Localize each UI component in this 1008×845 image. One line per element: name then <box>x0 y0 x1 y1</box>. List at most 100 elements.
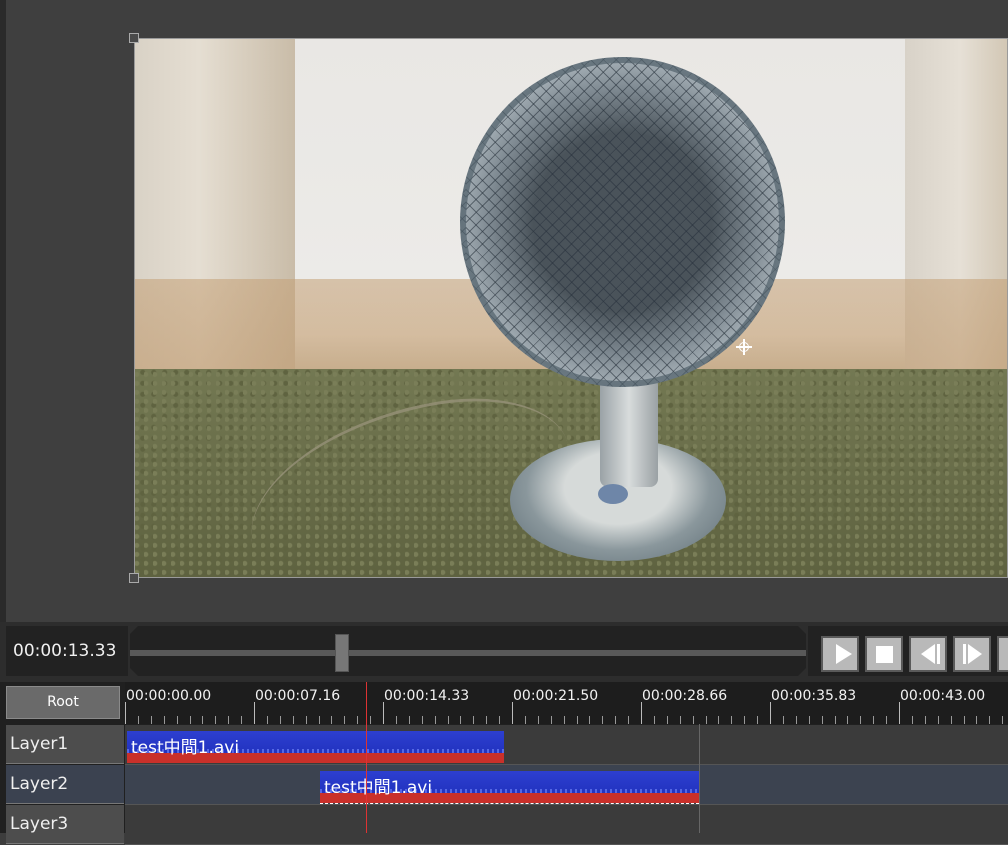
ruler-label: 00:00:00.00 <box>126 688 212 704</box>
layer-track[interactable]: test中間1.avi <box>125 765 1008 805</box>
playhead[interactable] <box>366 682 367 833</box>
clip-selected[interactable]: test中間1.avi <box>320 771 699 804</box>
ruler-major-tick <box>383 702 384 724</box>
ruler-minor-tick <box>396 716 397 724</box>
play-button[interactable] <box>821 636 859 672</box>
ruler-minor-tick <box>409 716 410 724</box>
ruler-minor-tick <box>706 716 707 724</box>
ruler-label: 00:00:14.33 <box>384 688 470 704</box>
ruler-minor-tick <box>577 716 578 724</box>
ruler-minor-tick <box>202 716 203 724</box>
ruler-minor-tick <box>319 716 320 724</box>
ruler-label: 00:00:21.50 <box>513 688 599 704</box>
ruler-minor-tick <box>822 716 823 724</box>
ruler-minor-tick <box>731 716 732 724</box>
ruler-minor-tick <box>525 716 526 724</box>
ruler-minor-tick <box>422 716 423 724</box>
ruler-minor-tick <box>602 716 603 724</box>
ruler-major-tick <box>512 702 513 724</box>
seek-track[interactable] <box>130 650 806 656</box>
ruler-minor-tick <box>138 716 139 724</box>
video-preview[interactable] <box>134 38 1008 578</box>
stop-button[interactable] <box>865 636 903 672</box>
fan-cage <box>460 57 785 387</box>
layer-name[interactable]: Layer2 <box>6 765 124 804</box>
more-controls-button[interactable] <box>997 636 1008 672</box>
ruler-minor-tick <box>693 716 694 724</box>
ruler-minor-tick <box>886 716 887 724</box>
ruler-minor-tick <box>654 716 655 724</box>
ruler-minor-tick <box>190 716 191 724</box>
layer-name[interactable]: Layer3 <box>6 805 124 844</box>
step-forward-icon <box>955 638 989 670</box>
ruler-minor-tick <box>783 716 784 724</box>
ruler-label: 00:00:43.00 <box>900 688 986 704</box>
root-button[interactable]: Root <box>6 686 120 719</box>
current-time-display: 00:00:13.33 <box>6 626 128 676</box>
resize-handle-bottom-left[interactable] <box>129 573 139 583</box>
ruler-minor-tick <box>989 716 990 724</box>
resize-handle-top-left[interactable] <box>129 33 139 43</box>
ruler-minor-tick <box>293 716 294 724</box>
ruler-minor-tick <box>241 716 242 724</box>
ruler-minor-tick <box>951 716 952 724</box>
ruler-minor-tick <box>151 716 152 724</box>
ruler-minor-tick <box>538 716 539 724</box>
clip[interactable]: test中間1.avi <box>127 731 504 764</box>
time-ruler[interactable]: 00:00:00.00 00:00:07.16 00:00:14.33 00:0… <box>125 682 1008 724</box>
ruler-minor-tick <box>873 716 874 724</box>
ruler-major-tick <box>641 702 642 724</box>
ruler-minor-tick <box>267 716 268 724</box>
play-icon <box>823 638 857 670</box>
layer-row: Layer1 test中間1.avi <box>0 725 1008 765</box>
ruler-minor-tick <box>164 716 165 724</box>
ruler-major-tick <box>899 702 900 724</box>
clip-label: test中間1.avi <box>131 738 240 758</box>
ruler-label: 00:00:35.83 <box>771 688 857 704</box>
layer-track[interactable]: test中間1.avi <box>125 725 1008 765</box>
ruler-label: 00:00:07.16 <box>255 688 341 704</box>
layer-name[interactable]: Layer1 <box>6 725 124 764</box>
ruler-minor-tick <box>680 716 681 724</box>
ruler-minor-tick <box>357 716 358 724</box>
prev-frame-button[interactable] <box>909 636 947 672</box>
ruler-minor-tick <box>564 716 565 724</box>
seek-thumb[interactable] <box>335 634 349 672</box>
layer-row: Layer2 test中間1.avi <box>0 765 1008 805</box>
ruler-minor-tick <box>847 716 848 724</box>
next-frame-button[interactable] <box>953 636 991 672</box>
fan-stem <box>600 377 658 487</box>
ruler-minor-tick <box>551 716 552 724</box>
ruler-minor-tick <box>628 716 629 724</box>
ruler-minor-tick <box>860 716 861 724</box>
anchor-crosshair-icon[interactable] <box>736 339 752 355</box>
playback-controls <box>808 626 1008 676</box>
ruler-minor-tick <box>835 716 836 724</box>
ruler-minor-tick <box>486 716 487 724</box>
ruler-minor-tick <box>964 716 965 724</box>
seek-bar[interactable] <box>130 626 806 676</box>
ruler-minor-tick <box>473 716 474 724</box>
ruler-minor-tick <box>370 716 371 724</box>
ruler-minor-tick <box>615 716 616 724</box>
ruler-minor-tick <box>757 716 758 724</box>
clip-end-marker <box>699 724 700 833</box>
ruler-minor-tick <box>306 716 307 724</box>
ruler-minor-tick <box>280 716 281 724</box>
ruler-minor-tick <box>435 716 436 724</box>
ruler-major-tick <box>770 702 771 724</box>
ruler-minor-tick <box>809 716 810 724</box>
ruler-minor-tick <box>460 716 461 724</box>
layer-track[interactable] <box>125 805 1008 845</box>
ruler-minor-tick <box>331 716 332 724</box>
ruler-minor-tick <box>228 716 229 724</box>
clip-label: test中間1.avi <box>324 778 433 798</box>
ruler-minor-tick <box>667 716 668 724</box>
ruler-major-tick <box>254 702 255 724</box>
ruler-minor-tick <box>177 716 178 724</box>
ruler-minor-tick <box>589 716 590 724</box>
step-back-icon <box>911 638 945 670</box>
ruler-minor-tick <box>448 716 449 724</box>
layer-row: Layer3 <box>0 805 1008 845</box>
ruler-minor-tick <box>976 716 977 724</box>
